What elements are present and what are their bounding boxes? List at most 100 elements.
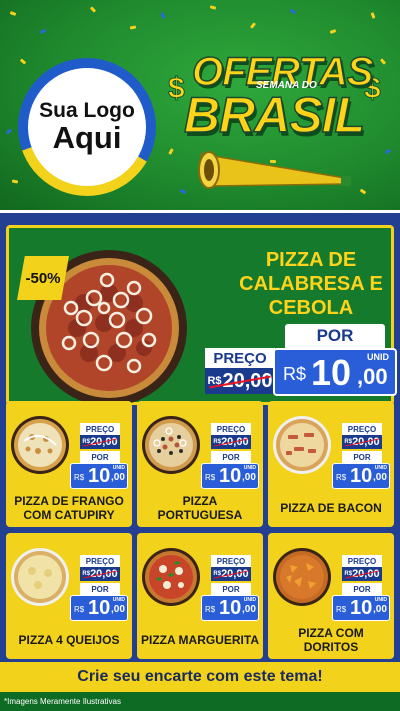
logo-line-2: Aqui <box>52 119 122 155</box>
new-price-currency: R$ <box>283 364 307 384</box>
product-name: PIZZA MARGUERITA <box>141 632 259 647</box>
new-price-cents: ,00 <box>373 604 387 615</box>
confetti <box>179 188 187 195</box>
old-price: R$ 20,00 <box>211 567 251 581</box>
unit-label: UNID <box>243 597 256 603</box>
unit-label: UNID <box>374 465 387 471</box>
por-label: POR <box>211 451 251 463</box>
preco-label: PREÇO <box>205 348 275 368</box>
old-price: R$ 20,00 <box>211 435 251 449</box>
unit-label: UNID <box>374 597 387 603</box>
confetti <box>89 6 97 13</box>
marguerita-pizza-image <box>142 548 200 606</box>
new-price-integer: 10 <box>350 597 373 619</box>
new-price: R$ 10 ,00 UNID <box>70 463 128 489</box>
product-name: PIZZA DE FRANGO COM CATUPIRY <box>14 493 124 522</box>
product-name: PIZZA PORTUGUESA <box>157 493 243 522</box>
por-label: POR <box>342 451 382 463</box>
por-label: POR <box>80 583 120 595</box>
new-price: R$ 10 ,00 UNID <box>70 595 128 621</box>
unit-label: UNID <box>112 597 125 603</box>
product-card: PREÇO R$ 20,00 POR R$ 10 ,00 UNID PIZZA … <box>268 401 394 527</box>
product-name: PIZZA DE BACON <box>280 500 382 515</box>
confetti <box>9 11 17 16</box>
old-price: R$ 20,00 <box>342 435 382 449</box>
new-price-integer: 10 <box>219 597 242 619</box>
preco-label: PREÇO <box>342 423 382 435</box>
new-price: R$ 10 ,00 UNID <box>273 348 397 396</box>
product-card: PREÇO R$ 20,00 POR R$ 10 ,00 UNID PIZZA … <box>137 533 263 659</box>
new-price-integer: 10 <box>219 465 242 487</box>
frango-catupiry-pizza-image <box>11 416 69 474</box>
new-price-integer: 10 <box>88 597 111 619</box>
new-price-cents: ,00 <box>111 472 125 483</box>
confetti <box>209 5 217 10</box>
confetti <box>359 188 367 195</box>
vuvuzela-horn-icon <box>198 151 351 189</box>
new-price-currency: R$ <box>205 473 216 482</box>
header-banner: Sua Logo Aqui $ $ OFERTAS SEMANA DO BRAS… <box>0 0 400 210</box>
confetti <box>19 58 27 65</box>
featured-offer: -50% PIZZA DE CALABRESA E CEBOLA POR PRE… <box>6 225 397 406</box>
new-price-cents: ,00 <box>357 364 388 389</box>
logo-placeholder: Sua Logo Aqui <box>28 68 146 186</box>
product-card: PREÇO R$ 20,00 POR R$ 10 ,00 UNID PIZZA … <box>268 533 394 659</box>
preco-label: PREÇO <box>80 423 120 435</box>
new-price-cents: ,00 <box>242 604 256 615</box>
preco-label: PREÇO <box>211 555 251 567</box>
quatro-queijos-pizza-image <box>11 548 69 606</box>
logo-line-1: Sua Logo <box>39 98 135 122</box>
offers-panel: -50% PIZZA DE CALABRESA E CEBOLA POR PRE… <box>0 210 400 675</box>
bacon-pizza-image <box>273 416 331 474</box>
por-label: POR <box>211 583 251 595</box>
headline-brasil: BRASIL <box>183 86 366 144</box>
portuguesa-pizza-image <box>142 416 200 474</box>
new-price: R$ 10 ,00 UNID <box>332 595 390 621</box>
confetti <box>11 179 19 184</box>
unit-label: UNID <box>112 465 125 471</box>
new-price-cents: ,00 <box>242 472 256 483</box>
product-card: PREÇO R$ 20,00 POR R$ 10 ,00 UNID PIZZA … <box>6 401 132 527</box>
new-price-currency: R$ <box>74 473 85 482</box>
featured-title: PIZZA DE CALABRESA E CEBOLA <box>239 249 383 319</box>
new-price-cents: ,00 <box>111 604 125 615</box>
old-price: R$ 20,00 <box>342 567 382 581</box>
confetti <box>160 12 166 19</box>
old-price: R$ 20,00 <box>205 368 275 394</box>
unit-label: UNID <box>243 465 256 471</box>
product-name: PIZZA COM DORITOS <box>298 625 364 654</box>
preco-label: PREÇO <box>80 555 120 567</box>
confetti <box>329 29 337 34</box>
new-price-currency: R$ <box>205 605 216 614</box>
confetti <box>249 22 257 29</box>
disclaimer-text: *Imagens Meramente Ilustrativas <box>0 692 400 711</box>
old-price: R$ 20,00 <box>80 567 120 581</box>
confetti <box>5 128 13 135</box>
new-price-currency: R$ <box>74 605 85 614</box>
new-price: R$ 10 ,00 UNID <box>201 595 259 621</box>
por-label: POR <box>80 451 120 463</box>
confetti <box>129 25 137 30</box>
new-price-integer: 10 <box>350 465 373 487</box>
product-name: PIZZA 4 QUEIJOS <box>18 632 120 647</box>
confetti <box>39 28 47 35</box>
new-price-cents: ,00 <box>373 472 387 483</box>
por-label: POR <box>285 324 385 348</box>
confetti <box>370 12 376 19</box>
new-price-currency: R$ <box>336 605 347 614</box>
por-label: POR <box>342 583 382 595</box>
unit-label: UNID <box>367 352 389 362</box>
product-card: PREÇO R$ 20,00 POR R$ 10 ,00 UNID PIZZA … <box>137 401 263 527</box>
preco-label: PREÇO <box>211 423 251 435</box>
preco-label: PREÇO <box>342 555 382 567</box>
new-price-integer: 10 <box>88 465 111 487</box>
new-price-integer: 10 <box>311 352 352 393</box>
new-price: R$ 10 ,00 UNID <box>332 463 390 489</box>
new-price: R$ 10 ,00 UNID <box>201 463 259 489</box>
product-card: PREÇO R$ 20,00 POR R$ 10 ,00 UNID PIZZA … <box>6 533 132 659</box>
discount-badge: -50% <box>17 256 69 300</box>
old-price: R$ 20,00 <box>80 435 120 449</box>
new-price-currency: R$ <box>336 473 347 482</box>
doritos-pizza-image <box>273 548 331 606</box>
confetti <box>289 8 297 15</box>
